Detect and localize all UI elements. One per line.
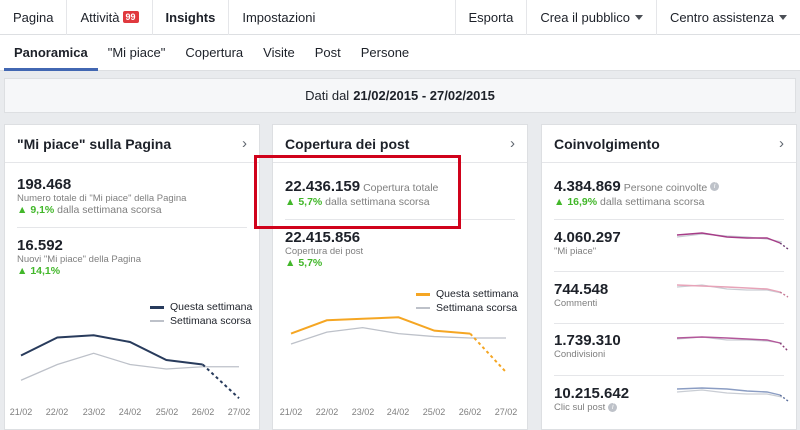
tab-mi-piace-label: "Mi piace": [107, 45, 166, 60]
create-audience-label: Crea il pubblico: [540, 9, 630, 25]
export-label: Esporta: [468, 9, 514, 25]
nav-attivita[interactable]: Attività 99: [67, 0, 153, 35]
create-audience-dropdown[interactable]: Crea il pubblico: [526, 0, 656, 35]
sparkline-comments-projection: [779, 291, 789, 298]
x-tick-label: 27/02: [227, 407, 251, 417]
x-tick-label: 22/02: [315, 407, 339, 417]
series-this-week-line: [20, 334, 203, 366]
sparkline-shares-projection: [779, 342, 789, 352]
sparkline-likes-projection: [779, 242, 789, 250]
tab-visite[interactable]: Visite: [253, 35, 305, 71]
tab-copertura[interactable]: Copertura: [175, 35, 253, 71]
x-tick-label: 25/02: [155, 407, 179, 417]
sub-nav: Panoramica "Mi piace" Copertura Visite P…: [0, 35, 800, 71]
series-this-week-projection: [469, 332, 507, 373]
x-tick-label: 21/02: [279, 407, 303, 417]
nav-insights[interactable]: Insights: [153, 0, 230, 35]
chevron-down-icon: [779, 14, 787, 20]
date-range-bar[interactable]: Dati dal 21/02/2015 - 27/02/2015: [4, 78, 796, 113]
series-this-week-projection: [201, 363, 240, 399]
sparkline-likes-current: [676, 232, 781, 244]
help-center-dropdown[interactable]: Centro assistenza: [655, 0, 800, 35]
engagement-card: Coinvolgimento › 4.384.869 Persone coinvo…: [541, 124, 797, 430]
series-last-week-line: [290, 327, 506, 345]
nav-pagina-label: Pagina: [13, 9, 54, 25]
nav-attivita-label: Attività: [80, 9, 120, 25]
x-tick-label: 27/02: [494, 407, 518, 417]
highlight-box: [254, 155, 461, 229]
x-tick-label: 23/02: [351, 407, 375, 417]
tab-post-label: Post: [314, 45, 341, 60]
tab-persone-label: Persone: [360, 45, 410, 60]
x-tick-label: 26/02: [191, 407, 215, 417]
x-tick-label: 24/02: [386, 407, 410, 417]
x-tick-label: 26/02: [458, 407, 482, 417]
engagement-sparklines: [676, 232, 789, 402]
likes-card: "Mi piace" sulla Pagina › 198.468 Numero…: [4, 124, 260, 430]
series-last-week-line: [20, 352, 239, 381]
tab-mi-piace[interactable]: "Mi piace": [98, 35, 176, 71]
x-tick-label: 24/02: [118, 407, 142, 417]
export-button[interactable]: Esporta: [454, 0, 527, 35]
sparkline-clicks-projection: [779, 394, 789, 402]
tab-persone[interactable]: Persone: [351, 35, 419, 71]
help-center-label: Centro assistenza: [669, 9, 774, 25]
notification-badge: 99: [122, 11, 139, 23]
top-nav: Pagina Attività 99 Insights Impostazioni …: [0, 0, 800, 35]
x-tick-label: 23/02: [82, 407, 106, 417]
tab-visite-label: Visite: [263, 45, 295, 60]
sparkline-clicks-previous: [676, 389, 783, 398]
x-tick-label: 22/02: [45, 407, 69, 417]
tab-panoramica-label: Panoramica: [14, 45, 88, 60]
x-tick-label: 25/02: [422, 407, 446, 417]
tab-panoramica[interactable]: Panoramica: [4, 35, 98, 71]
likes-line-chart: [20, 334, 240, 399]
nav-impostazioni[interactable]: Impostazioni: [229, 0, 328, 35]
nav-insights-label: Insights: [165, 9, 216, 25]
tab-post[interactable]: Post: [305, 35, 351, 71]
date-range-value: 21/02/2015 - 27/02/2015: [353, 88, 495, 103]
tab-copertura-label: Copertura: [185, 45, 244, 60]
nav-impostazioni-label: Impostazioni: [242, 9, 316, 25]
chevron-down-icon: [634, 14, 643, 20]
x-tick-label: 21/02: [9, 407, 33, 417]
date-range-prefix: Dati dal: [305, 88, 350, 103]
nav-pagina[interactable]: Pagina: [0, 0, 68, 35]
